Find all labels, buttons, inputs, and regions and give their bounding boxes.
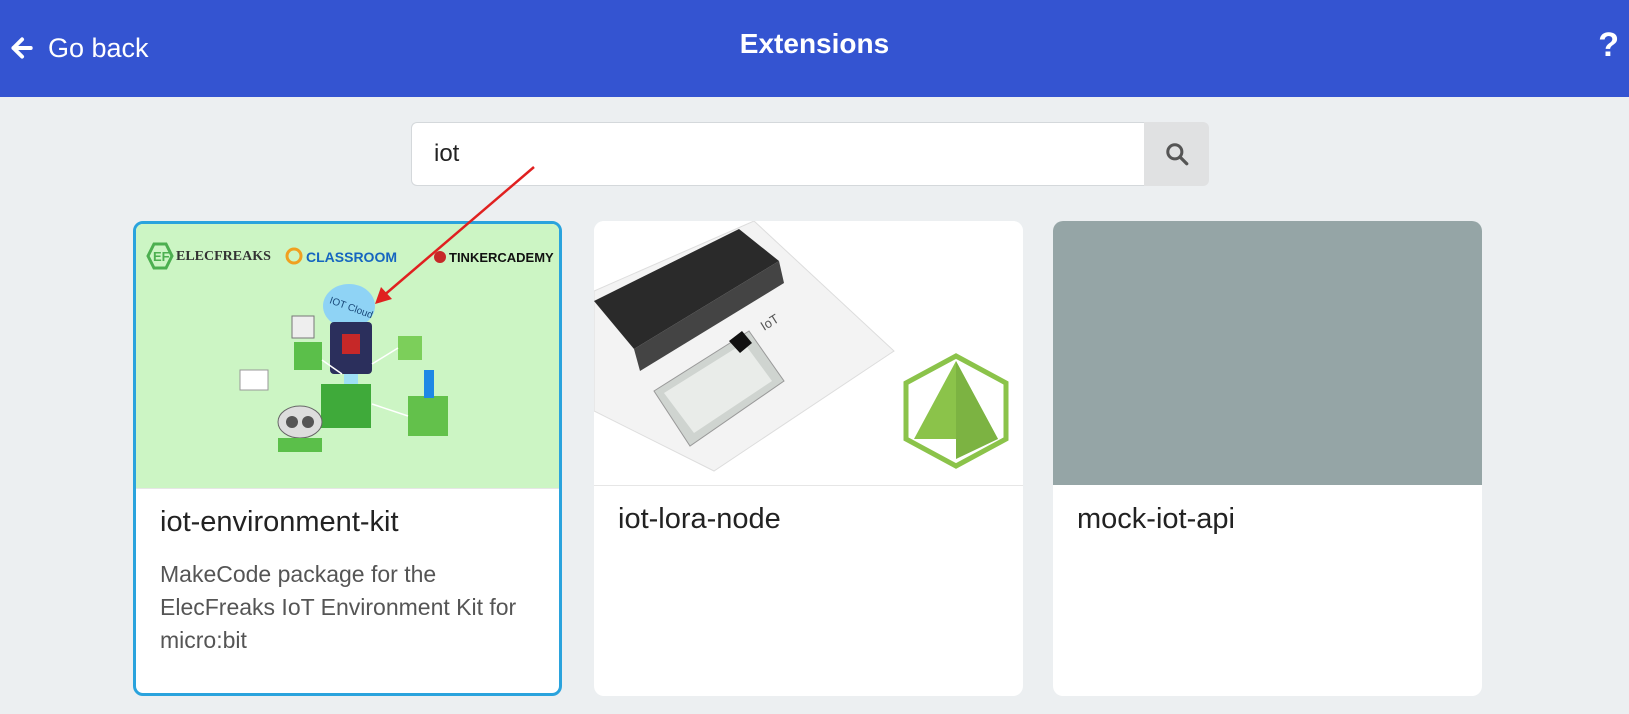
extension-card-mock-iot-api[interactable]: mock-iot-api (1053, 221, 1482, 696)
card-image: IoT (594, 221, 1023, 485)
card-title: iot-lora-node (618, 503, 781, 535)
card-image: EF ELECFREAKS CLASSROOM TINKERCADEMY IOT… (136, 224, 559, 488)
card-description: MakeCode package for the ElecFreaks IoT … (160, 561, 517, 653)
search-button[interactable] (1144, 122, 1209, 186)
brand-classroom: CLASSROOM (306, 249, 397, 265)
card-divider (594, 485, 1023, 486)
card-title: iot-environment-kit (160, 506, 399, 538)
search-input[interactable] (411, 122, 1144, 186)
search-icon (1165, 143, 1188, 166)
brand-tinkercademy: TINKERCADEMY (449, 250, 554, 265)
lora-board-illustration: IoT (594, 221, 1009, 472)
card-image-placeholder (1053, 221, 1482, 485)
card-title: mock-iot-api (1077, 503, 1235, 535)
page-title: Extensions (739, 28, 890, 59)
svg-text:EF: EF (153, 249, 170, 264)
iot-kit-illustration: EF ELECFREAKS CLASSROOM TINKERCADEMY IOT… (146, 242, 554, 452)
card-divider (136, 488, 559, 489)
extension-card-iot-environment-kit[interactable]: EF ELECFREAKS CLASSROOM TINKERCADEMY IOT… (133, 221, 562, 696)
top-bar: Go back Extensions ? (0, 0, 1629, 97)
help-button[interactable]: ? (1598, 26, 1619, 65)
search-bar (411, 122, 1209, 186)
extension-card-iot-lora-node[interactable]: IoT iot-lora-node (594, 221, 1023, 696)
brand-elecfreaks: ELECFREAKS (176, 249, 271, 264)
